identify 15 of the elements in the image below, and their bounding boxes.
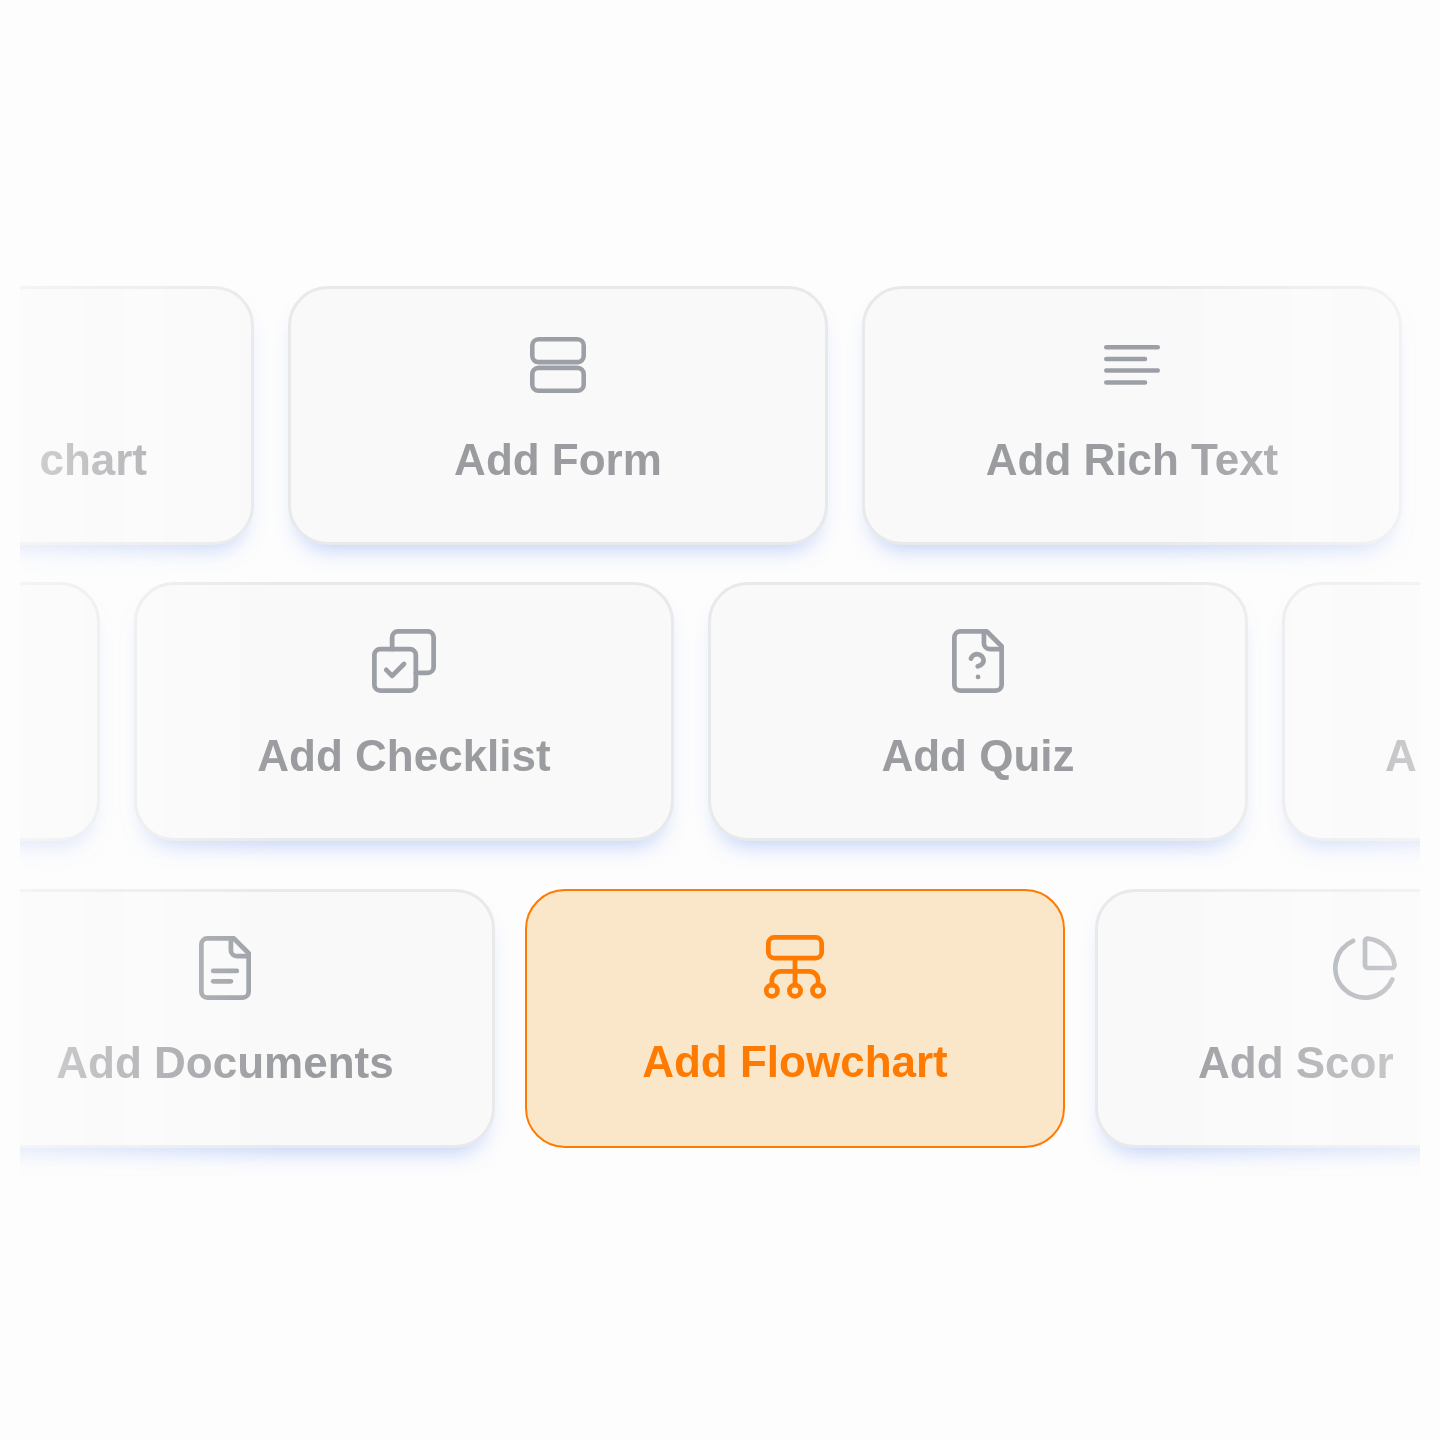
option-card[interactable]: Add Documents — [20, 889, 495, 1148]
document-icon — [199, 936, 251, 1000]
option-card[interactable]: Add Rich Text — [862, 286, 1402, 545]
file-question-icon — [952, 629, 1004, 693]
option-card[interactable]: Add Checklist — [134, 582, 674, 841]
option-card[interactable]: Add Quiz — [708, 582, 1248, 841]
option-card[interactable]: Add Scor — [1095, 889, 1420, 1148]
option-card[interactable]: Add Flowchart — [525, 889, 1065, 1148]
option-card[interactable]: chart — [20, 286, 254, 545]
hierarchy-icon — [763, 935, 827, 999]
option-card[interactable]: Add Form — [288, 286, 828, 545]
stacked-rows-icon — [530, 337, 586, 393]
copy-check-icon — [372, 629, 436, 693]
text-lines-icon — [1104, 345, 1160, 385]
pie-chart-icon — [1333, 936, 1397, 1000]
